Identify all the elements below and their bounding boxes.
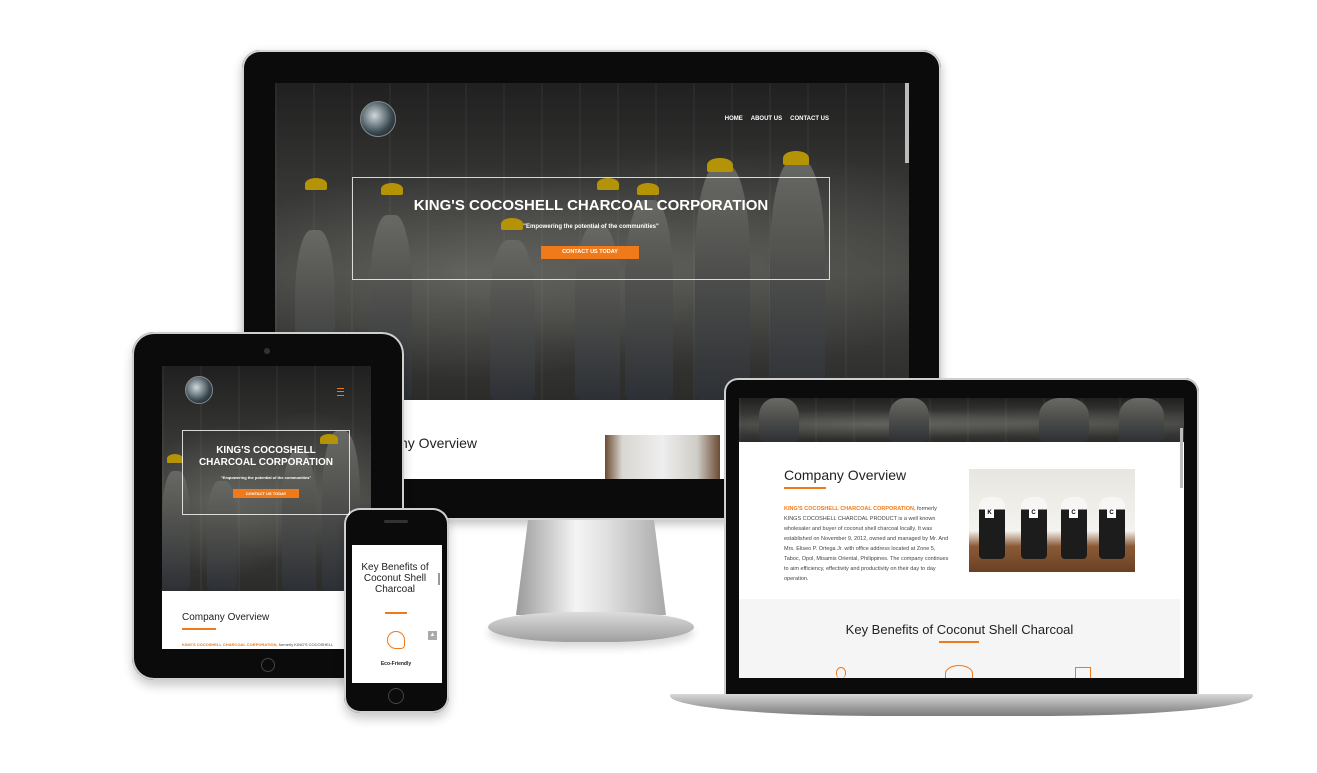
laptop-overview-underline [784, 487, 826, 489]
desktop-jar-image [605, 435, 720, 479]
desktop-hero-box: KING'S COCOSHELL CHARCOAL CORPORATION "E… [352, 177, 830, 280]
nav-about-us[interactable]: ABOUT US [751, 116, 782, 122]
flame-icon [836, 667, 846, 678]
jar-label-c3: C [1107, 509, 1116, 518]
laptop-overview-title: Company Overview [784, 467, 907, 483]
monitor-stand-base [488, 612, 694, 642]
tablet-logo[interactable] [185, 376, 213, 404]
tablet-overview-title: Company Overview [182, 612, 270, 623]
company-logo[interactable] [360, 101, 396, 137]
eco-friendly-icon [387, 631, 405, 649]
desktop-nav: HOME ABOUT US CONTACT US [717, 116, 829, 122]
no-smoke-icon [945, 665, 973, 678]
laptop-benefits-section: Key Benefits of Coconut Shell Charcoal [739, 599, 1180, 678]
back-to-top-button[interactable]: ▲ [428, 631, 437, 640]
tablet-hero-title-line1: KING'S COCOSHELL [216, 445, 316, 456]
phone-benefit-label: Eco-Friendly [380, 661, 412, 667]
phone-scrollbar[interactable] [438, 573, 440, 585]
phone-home-button [388, 688, 404, 704]
laptop-hero-bottom [739, 398, 1184, 442]
jar-label-c2: C [1069, 509, 1078, 518]
laptop-benefits-underline [939, 641, 979, 643]
chimney-icon [1075, 667, 1091, 678]
tablet-overview-underline [182, 628, 216, 630]
tablet-contact-button[interactable]: CONTACT US TODAY [233, 489, 299, 498]
tablet-hero-box: KING'S COCOSHELL CHARCOAL CORPORATION "E… [182, 430, 350, 515]
laptop-base [670, 694, 1253, 716]
tablet-hero-tagline: "Empowering the potential of the communi… [220, 475, 312, 480]
tablet-hero: KING'S COCOSHELL CHARCOAL CORPORATION "E… [162, 366, 371, 591]
tablet-home-button [261, 658, 275, 672]
laptop-scrollbar[interactable] [1180, 428, 1183, 488]
desktop-scrollbar[interactable] [905, 83, 909, 163]
laptop-overview-text: KING'S COCOSHELL CHARCOAL CORPORATION, f… [784, 506, 949, 582]
monitor-stand-neck [516, 520, 666, 615]
desktop-hero-title: KING'S COCOSHELL CHARCOAL CORPORATION [413, 197, 769, 214]
tablet-hero-title-line2: CHARCOAL CORPORATION [198, 457, 334, 468]
tablet-overview-text: KING'S COCOSHELL CHARCOAL CORPORATION, f… [182, 642, 334, 647]
desktop-contact-button[interactable]: CONTACT US TODAY [541, 246, 639, 259]
laptop-benefits-title: Key Benefits of Coconut Shell Charcoal [845, 622, 1074, 637]
phone-speaker [384, 520, 408, 523]
tablet-camera [264, 348, 270, 354]
phone-benefits-underline [385, 612, 407, 614]
phone-benefits-title: Key Benefits of Coconut Shell Charcoal [361, 562, 429, 595]
phone-screen: Key Benefits of Coconut Shell Charcoal ▲… [352, 545, 442, 683]
jar-label-c1: C [1029, 509, 1038, 518]
hamburger-menu-icon[interactable] [337, 388, 344, 396]
charcoal-jars-image: K C C C [969, 469, 1135, 572]
nav-home[interactable]: HOME [725, 116, 743, 122]
laptop-screen: Company Overview KING'S COCOSHELL CHARCO… [739, 398, 1184, 678]
jar-label-k: K [985, 509, 994, 518]
desktop-overview-title: ny Overview [400, 435, 478, 451]
desktop-hero-tagline: "Empowering the potential of the communi… [523, 224, 659, 230]
nav-contact-us[interactable]: CONTACT US [790, 116, 829, 122]
tablet-screen: KING'S COCOSHELL CHARCOAL CORPORATION "E… [162, 366, 371, 649]
